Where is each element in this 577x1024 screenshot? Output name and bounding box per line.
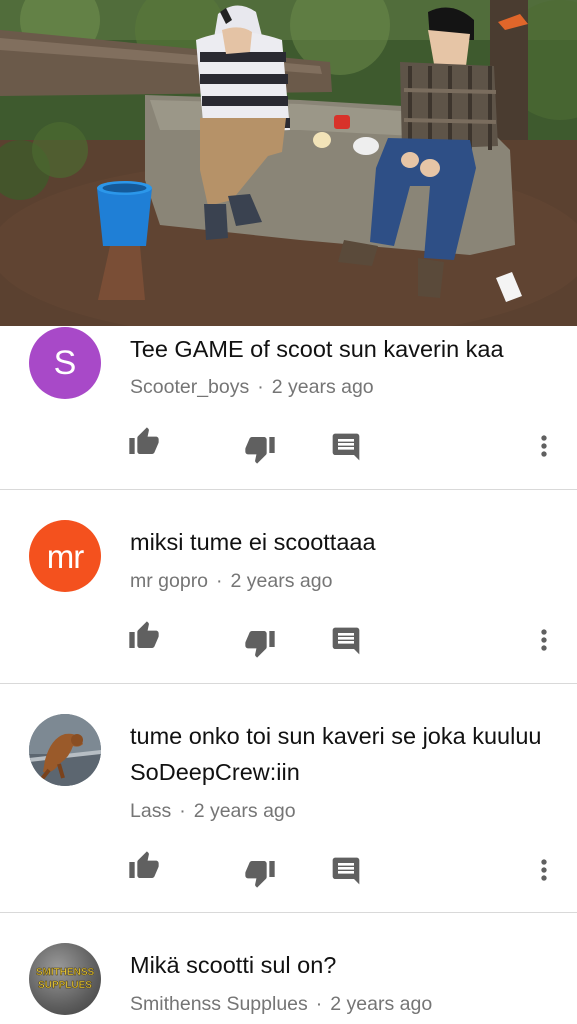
comment-meta: mr gopro · 2 years ago — [130, 570, 332, 593]
svg-text:SUPPLUES: SUPPLUES — [38, 980, 92, 991]
avatar[interactable]: SMITHENSS SUPPLUES — [29, 943, 101, 1015]
meta-separator: · — [216, 570, 223, 592]
like-button[interactable] — [128, 620, 160, 652]
avatar-image — [29, 714, 101, 786]
comment-text: Tee GAME of scoot sun kaverin kaa — [130, 336, 504, 362]
avatar[interactable] — [29, 714, 101, 786]
thumbs-down-icon — [245, 631, 275, 658]
reply-icon — [332, 627, 360, 655]
avatar-letter: mr — [46, 537, 84, 575]
avatar[interactable]: mr — [29, 520, 101, 592]
comment-item: mr miksi tume ei scoottaaa mr gopro · 2 ye… — [0, 490, 577, 683]
comment-meta: Scooter_boys · 2 years ago — [130, 376, 374, 399]
comment-time: 2 years ago — [230, 570, 333, 592]
more-vert-icon — [541, 435, 547, 457]
video-frame-illustration — [0, 0, 577, 326]
like-button[interactable] — [128, 850, 160, 882]
thumbs-up-icon — [129, 851, 159, 878]
thumbs-down-icon — [245, 437, 275, 464]
comment-text: miksi tume ei scoottaaa — [130, 529, 376, 555]
comment-author[interactable]: Lass — [130, 800, 171, 822]
comment-author[interactable]: Scooter_boys — [130, 376, 249, 398]
comment-item: S Tee GAME of scoot sun kaverin kaa Scoo… — [0, 326, 577, 489]
comment-author[interactable]: Smithenss Supplues — [130, 993, 308, 1015]
reply-icon — [332, 857, 360, 885]
more-options-button[interactable] — [528, 430, 560, 462]
avatar[interactable]: S — [29, 327, 101, 399]
reply-button[interactable] — [330, 625, 362, 657]
comment-author[interactable]: mr gopro — [130, 570, 208, 592]
more-vert-icon — [541, 629, 547, 651]
comment-text: tume onko toi sun kaveri se joka kuuluu … — [130, 723, 542, 785]
comment-meta: Lass · 2 years ago — [130, 800, 296, 823]
reply-icon — [332, 433, 360, 461]
like-button[interactable] — [128, 426, 160, 458]
comment-time: 2 years ago — [271, 376, 374, 398]
meta-separator: · — [315, 993, 323, 1015]
dislike-button[interactable] — [244, 433, 276, 465]
thumbs-up-icon — [129, 427, 159, 454]
comment-meta: Smithenss Supplues · 2 years ago — [130, 993, 432, 1016]
comment-time: 2 years ago — [330, 993, 433, 1015]
video-player[interactable] — [0, 0, 577, 326]
avatar-logo: SMITHENSS SUPPLUES — [36, 967, 95, 991]
comment-time: 2 years ago — [193, 800, 296, 822]
thumbs-up-icon — [129, 621, 159, 648]
meta-separator: · — [179, 800, 186, 822]
more-options-button[interactable] — [528, 624, 560, 656]
dislike-button[interactable] — [244, 857, 276, 889]
thumbs-down-icon — [245, 861, 275, 888]
comment-item: tume onko toi sun kaveri se joka kuuluu … — [0, 684, 577, 912]
avatar-letter: S — [53, 344, 77, 382]
dislike-button[interactable] — [244, 627, 276, 659]
comment-text: Mikä scootti sul on? — [130, 952, 337, 978]
more-vert-icon — [541, 859, 547, 881]
meta-separator: · — [257, 376, 264, 398]
svg-text:SMITHENSS: SMITHENSS — [36, 967, 95, 978]
reply-button[interactable] — [330, 855, 362, 887]
more-options-button[interactable] — [528, 854, 560, 886]
reply-button[interactable] — [330, 431, 362, 463]
comment-item: SMITHENSS SUPPLUES Mikä scootti sul on? … — [0, 913, 577, 1024]
